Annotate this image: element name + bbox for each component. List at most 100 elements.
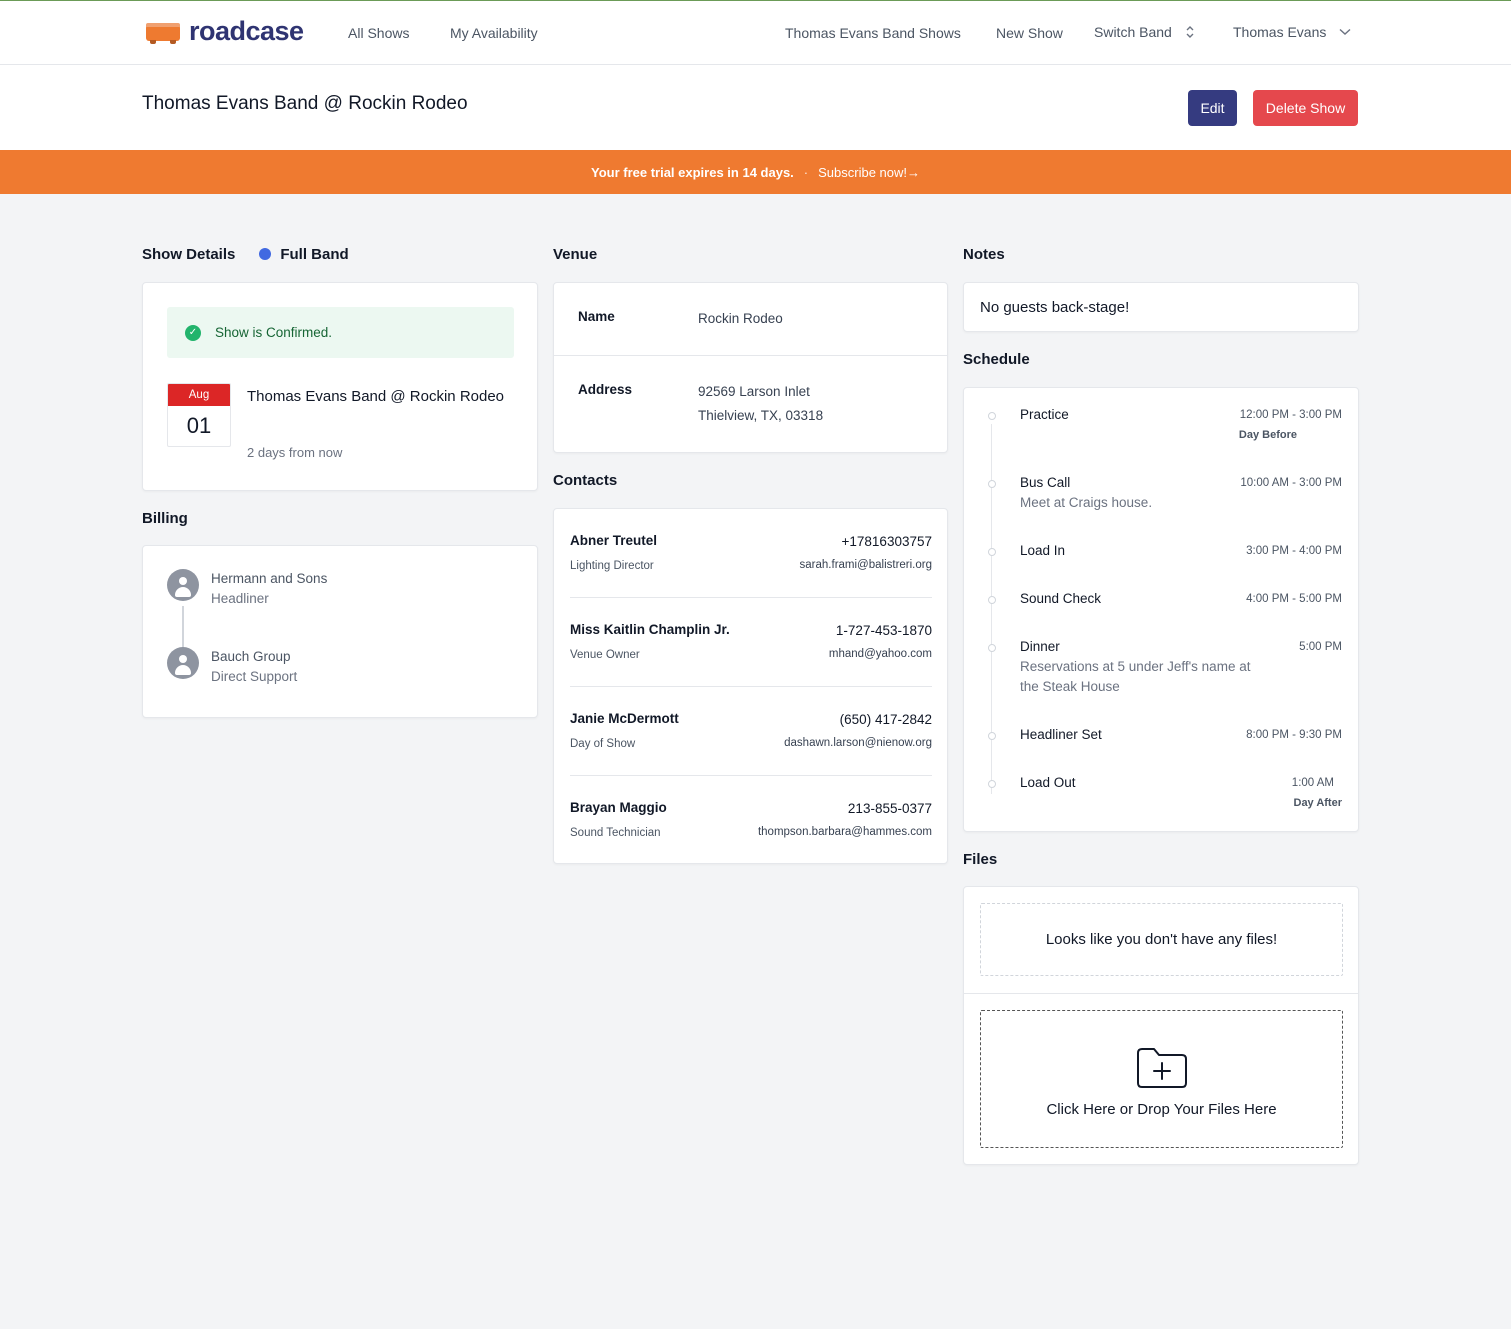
- user-name: Thomas Evans: [1233, 24, 1327, 40]
- address-line1: 92569 Larson Inlet: [698, 384, 810, 399]
- schedule-item-name: Practice: [1020, 407, 1069, 422]
- middle-column: Venue Name Rockin Rodeo Address 92569 La…: [553, 243, 948, 864]
- schedule-item-time: 8:00 PM - 9:30 PM: [1246, 729, 1342, 741]
- billing-heading: Billing: [142, 509, 188, 527]
- nav-all-shows[interactable]: All Shows: [348, 25, 409, 41]
- contact-name: Miss Kaitlin Champlin Jr.: [570, 622, 730, 637]
- road-case-logo-icon: [146, 20, 180, 44]
- contact-phone[interactable]: (650) 417-2842: [840, 712, 932, 727]
- schedule-item-name: Dinner: [1020, 639, 1060, 654]
- contact-phone[interactable]: +17816303757: [842, 534, 932, 549]
- billing-item: Bauch Group Direct Support: [167, 647, 297, 687]
- page-title: Thomas Evans Band @ Rockin Rodeo: [142, 93, 468, 114]
- venue-heading: Venue: [553, 245, 598, 263]
- arrow-right-icon: →: [907, 164, 921, 180]
- page-header: Thomas Evans Band @ Rockin Rodeo Edit De…: [0, 65, 1511, 150]
- schedule-item-description: Reservations at 5 under Jeff's name at t…: [1020, 659, 1251, 694]
- schedule-item-time: 10:00 AM - 3:00 PM: [1240, 477, 1342, 489]
- venue-address-value: 92569 Larson Inlet Thielview, TX, 03318: [698, 380, 823, 428]
- user-avatar-icon: [167, 647, 199, 679]
- schedule-item-name: Headliner Set: [1020, 727, 1102, 742]
- venue-address-row: Address 92569 Larson Inlet Thielview, TX…: [554, 356, 947, 453]
- user-avatar-icon: [167, 569, 199, 601]
- venue-card: Name Rockin Rodeo Address 92569 Larson I…: [553, 282, 948, 453]
- contact-row: Abner Treutel Lighting Director +1781630…: [570, 509, 932, 598]
- venue-name-value: Rockin Rodeo: [698, 311, 783, 326]
- billing-role: Direct Support: [211, 669, 298, 684]
- contact-name: Janie McDermott: [570, 711, 679, 726]
- timeline-dot: [988, 732, 996, 740]
- right-column: Notes No guests back-stage! Schedule Pra…: [963, 243, 1359, 1165]
- timeline-dot: [988, 596, 996, 604]
- schedule-item-time: 5:00 PM: [1299, 641, 1342, 653]
- nav-my-availability[interactable]: My Availability: [450, 25, 538, 41]
- files-empty-state: Looks like you don't have any files!: [980, 903, 1343, 976]
- contacts-card: Abner Treutel Lighting Director +1781630…: [553, 508, 948, 864]
- schedule-card: Practice 12:00 PM - 3:00 PM Day Before B…: [963, 387, 1359, 832]
- files-heading: Files: [963, 850, 998, 868]
- notes-text: No guests back-stage!: [980, 299, 1130, 316]
- date-calendar-badge: Aug 01: [167, 383, 231, 447]
- trial-message: Your free trial expires in 14 days.: [590, 164, 794, 180]
- switch-band-label: Switch Band: [1094, 24, 1172, 40]
- edit-button[interactable]: Edit: [1188, 90, 1237, 126]
- schedule-heading: Schedule: [963, 350, 1030, 368]
- event-relative-date: 2 days from now: [247, 445, 343, 460]
- timeline-dot: [988, 412, 996, 420]
- nav-new-show[interactable]: New Show: [996, 25, 1063, 41]
- schedule-item-relative: Day Before: [1238, 429, 1297, 441]
- contact-email[interactable]: mhand@yahoo.com: [829, 648, 932, 660]
- file-dropzone[interactable]: Click Here or Drop Your Files Here: [980, 1010, 1343, 1148]
- contact-role: Lighting Director: [570, 560, 654, 572]
- schedule-item-name: Load In: [1020, 543, 1066, 558]
- date-month: Aug: [168, 384, 230, 406]
- schedule-item-relative: Day After: [1293, 797, 1343, 809]
- schedule-item-name: Sound Check: [1020, 591, 1102, 606]
- subscribe-link[interactable]: Subscribe now!→: [818, 165, 920, 180]
- contact-email[interactable]: sarah.frami@balistreri.org: [800, 559, 932, 571]
- top-navbar: roadcase All Shows My Availability Thoma…: [0, 1, 1511, 65]
- notes-heading: Notes: [963, 245, 1005, 263]
- delete-show-button[interactable]: Delete Show: [1253, 90, 1358, 126]
- show-details-card: ✓ Show is Confirmed. Aug 01 Thomas Evans…: [142, 282, 538, 491]
- lineup-label: Full Band: [280, 245, 349, 263]
- venue-address-label: Address: [578, 382, 633, 397]
- confirmed-alert: ✓ Show is Confirmed.: [167, 307, 514, 358]
- folder-plus-icon: [1137, 1048, 1187, 1088]
- left-column: Show Details Full Band ✓ Show is Confirm…: [142, 243, 538, 718]
- trial-banner: Your free trial expires in 14 days. · Su…: [0, 150, 1511, 194]
- contact-email[interactable]: dashawn.larson@nienow.org: [784, 737, 932, 749]
- schedule-item-time: 1:00 AM: [1291, 777, 1334, 789]
- timeline-dot: [988, 480, 996, 488]
- schedule-item-name: Load Out: [1020, 775, 1076, 790]
- billing-name: Hermann and Sons: [211, 571, 328, 586]
- venue-name-row: Name Rockin Rodeo: [554, 283, 947, 356]
- contact-row: Miss Kaitlin Champlin Jr. Venue Owner 1-…: [570, 598, 932, 687]
- contact-name: Abner Treutel: [570, 533, 658, 548]
- venue-name-label: Name: [578, 309, 615, 324]
- contact-phone[interactable]: 213-855-0377: [848, 801, 932, 816]
- schedule-item-time: 3:00 PM - 4:00 PM: [1246, 545, 1342, 557]
- timeline-dot: [988, 548, 996, 556]
- billing-card: Hermann and Sons Headliner Bauch Group D…: [142, 545, 538, 718]
- roadcase-logo[interactable]: roadcase: [146, 18, 304, 45]
- contact-email[interactable]: thompson.barbara@hammes.com: [758, 826, 932, 838]
- address-line2: Thielview, TX, 03318: [698, 408, 824, 423]
- schedule-item-name: Bus Call: [1020, 475, 1071, 490]
- show-details-heading: Show Details Full Band: [142, 243, 538, 265]
- contacts-heading: Contacts: [553, 471, 618, 489]
- billing-item: Hermann and Sons Headliner: [167, 569, 327, 609]
- event-title: Thomas Evans Band @ Rockin Rodeo: [247, 388, 505, 405]
- schedule-item-time: 12:00 PM - 3:00 PM: [1239, 409, 1342, 421]
- subscribe-label: Subscribe now!: [818, 164, 908, 180]
- billing-role: Headliner: [211, 591, 269, 606]
- schedule-item-description: Meet at Craigs house.: [1020, 495, 1153, 510]
- notes-card: No guests back-stage!: [963, 282, 1359, 332]
- timeline-dot: [988, 780, 996, 788]
- nav-band-shows[interactable]: Thomas Evans Band Shows: [785, 25, 961, 41]
- switch-band-dropdown[interactable]: Switch Band: [1094, 24, 1195, 40]
- user-menu[interactable]: Thomas Evans: [1233, 24, 1351, 40]
- dropzone-label: Click Here or Drop Your Files Here: [1046, 1101, 1277, 1118]
- contact-phone[interactable]: 1-727-453-1870: [836, 623, 932, 638]
- timeline-dot: [988, 644, 996, 652]
